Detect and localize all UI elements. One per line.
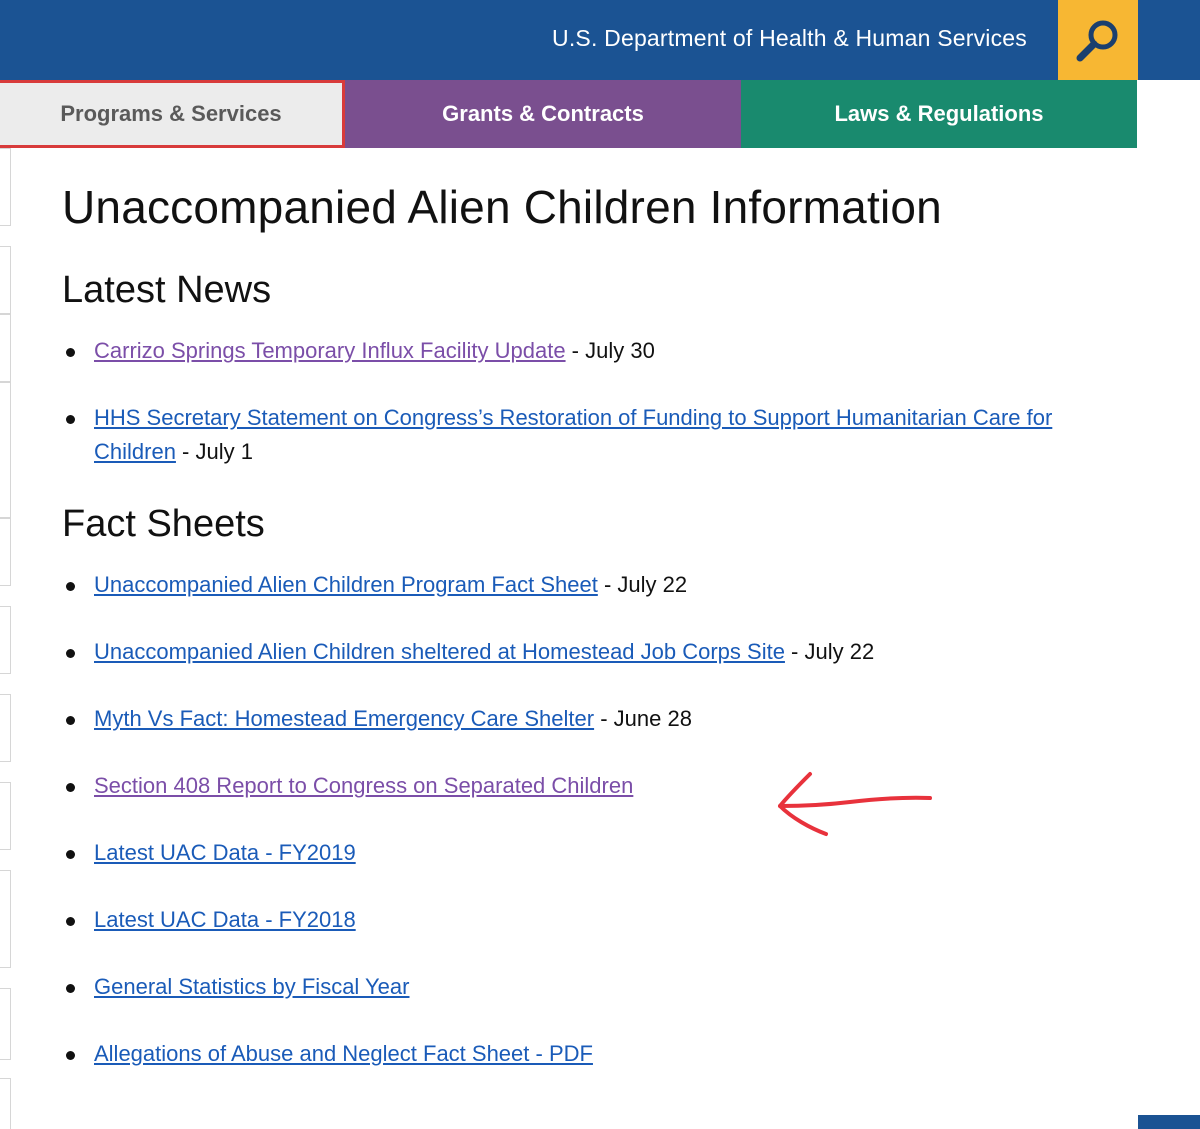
list-item: Latest UAC Data - FY2019 (62, 836, 1142, 870)
list-item: Unaccompanied Alien Children sheltered a… (62, 635, 1142, 669)
sidebar-item[interactable] (0, 988, 11, 1060)
fact-sheet-link[interactable]: Unaccompanied Alien Children sheltered a… (94, 639, 785, 664)
list-item: HHS Secretary Statement on Congress’s Re… (62, 401, 1122, 469)
latest-news-list: Carrizo Springs Temporary Influx Facilit… (62, 334, 1142, 469)
sidebar-item[interactable] (0, 148, 11, 226)
news-date: - July 1 (175, 439, 253, 464)
fact-sheet-link[interactable]: Section 408 Report to Congress on Separa… (94, 773, 633, 798)
scroll-to-top-button[interactable] (1138, 1115, 1200, 1129)
tab-laws-regulations[interactable]: Laws & Regulations (741, 80, 1137, 148)
site-title[interactable]: U.S. Department of Health & Human Servic… (552, 25, 1027, 52)
page-title: Unaccompanied Alien Children Information (62, 181, 942, 233)
sidebar-item[interactable] (0, 1078, 11, 1129)
search-button[interactable] (1058, 0, 1138, 80)
sidebar-item[interactable] (0, 694, 11, 762)
tab-programs-services[interactable]: Programs & Services (0, 80, 345, 148)
fact-sheet-date: - July 22 (784, 639, 875, 664)
sidebar-item[interactable] (0, 606, 11, 674)
latest-news-heading: Latest News (62, 269, 272, 311)
sidebar-item[interactable] (0, 382, 11, 518)
fact-sheet-date: - July 22 (597, 572, 688, 597)
sidebar-item[interactable] (0, 518, 11, 586)
red-arrow-icon (778, 772, 932, 836)
list-item: Carrizo Springs Temporary Influx Facilit… (62, 334, 1122, 368)
sidebar-item[interactable] (0, 314, 11, 382)
fact-sheet-link[interactable]: Latest UAC Data - FY2018 (94, 907, 356, 932)
main-content: Unaccompanied Alien Children Information… (62, 180, 1142, 1104)
fact-sheets-list: Unaccompanied Alien Children Program Fac… (62, 568, 1142, 1071)
fact-sheet-link[interactable]: Unaccompanied Alien Children Program Fac… (94, 572, 598, 597)
page: U.S. Department of Health & Human Servic… (0, 0, 1200, 1129)
fact-sheet-link[interactable]: General Statistics by Fiscal Year (94, 974, 409, 999)
fact-sheet-link[interactable]: Latest UAC Data - FY2019 (94, 840, 356, 865)
list-item: Unaccompanied Alien Children Program Fac… (62, 568, 1142, 602)
sidebar-item[interactable] (0, 782, 11, 850)
tab-grants-contracts[interactable]: Grants & Contracts (345, 80, 741, 148)
sidebar-item[interactable] (0, 246, 11, 314)
list-item: Myth Vs Fact: Homestead Emergency Care S… (62, 702, 1142, 736)
fact-sheets-heading: Fact Sheets (62, 503, 265, 545)
list-item: Allegations of Abuse and Neglect Fact Sh… (62, 1037, 1142, 1071)
main-nav: Programs & Services Grants & Contracts L… (0, 80, 1137, 148)
fact-sheet-date: - June 28 (594, 706, 692, 731)
list-item: Section 408 Report to Congress on Separa… (62, 769, 1142, 803)
sidebar-menu (0, 148, 12, 1129)
magnifier-icon (1076, 20, 1118, 62)
site-header: U.S. Department of Health & Human Servic… (0, 0, 1200, 80)
news-link[interactable]: Carrizo Springs Temporary Influx Facilit… (94, 338, 566, 363)
fact-sheet-link[interactable]: Allegations of Abuse and Neglect Fact Sh… (94, 1041, 593, 1066)
news-date: - July 30 (565, 338, 655, 363)
list-item: Latest UAC Data - FY2018 (62, 903, 1142, 937)
list-item: General Statistics by Fiscal Year (62, 970, 1142, 1004)
sidebar-item[interactable] (0, 870, 11, 968)
fact-sheet-link[interactable]: Myth Vs Fact: Homestead Emergency Care S… (94, 706, 594, 731)
